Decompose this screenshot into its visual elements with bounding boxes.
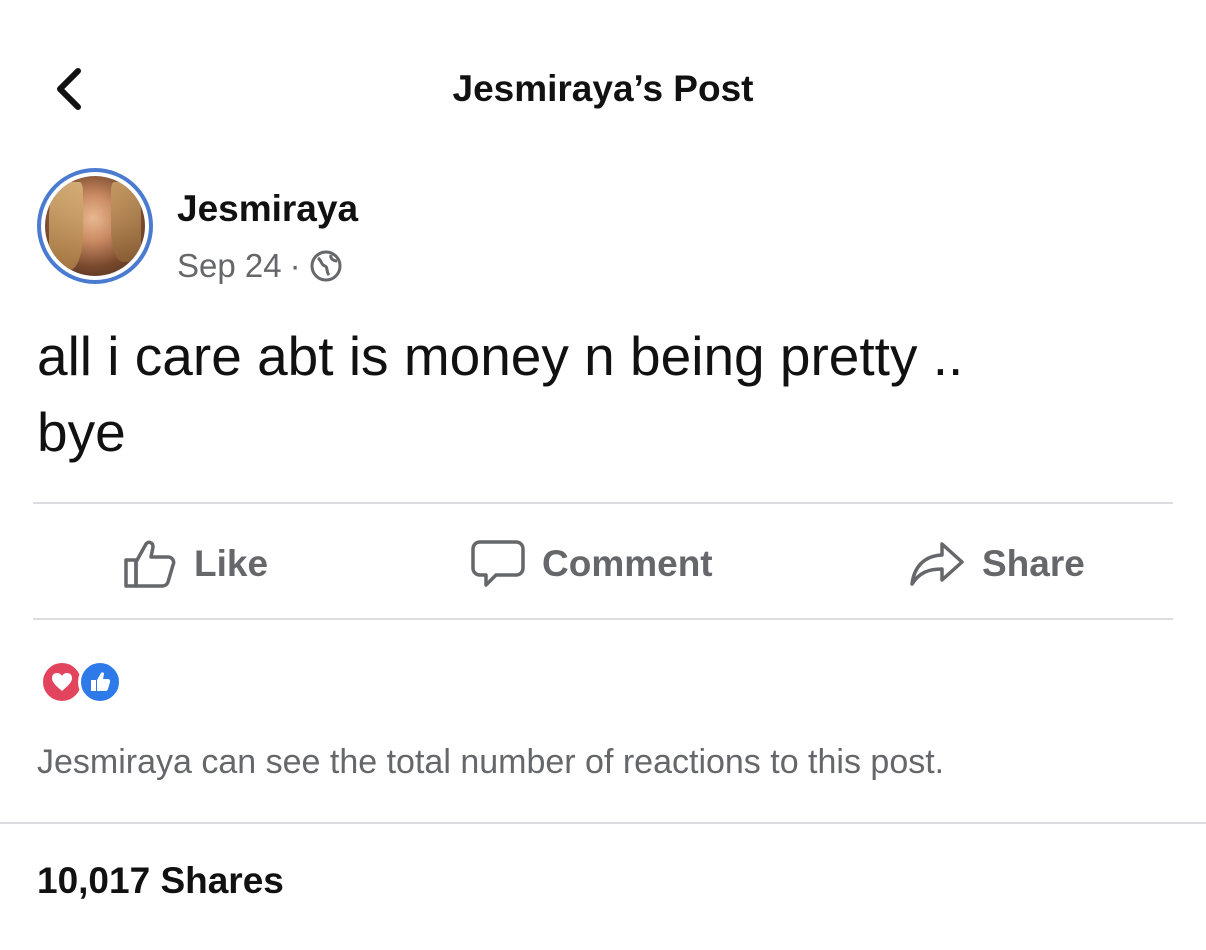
reactions-visibility-note: Jesmiraya can see the total number of re… — [37, 743, 945, 781]
thumbs-up-icon — [124, 540, 176, 588]
avatar[interactable] — [37, 168, 153, 284]
post-meta: Sep 24 · — [177, 246, 343, 286]
post-date[interactable]: Sep 24 — [177, 246, 282, 286]
divider — [33, 618, 1173, 620]
share-arrow-icon — [910, 542, 964, 586]
comment-button[interactable]: Comment — [470, 532, 713, 596]
author-name[interactable]: Jesmiraya — [177, 187, 358, 231]
divider — [0, 822, 1206, 824]
comment-label: Comment — [542, 543, 713, 584]
share-label: Share — [982, 543, 1085, 584]
like-reaction-icon — [78, 660, 122, 704]
profile-photo — [45, 176, 145, 276]
reaction-summary[interactable] — [40, 660, 140, 704]
globe-icon[interactable] — [309, 249, 343, 283]
like-button[interactable]: Like — [122, 532, 268, 596]
share-button[interactable]: Share — [908, 532, 1085, 596]
page-title: Jesmiraya’s Post — [452, 68, 754, 109]
divider — [33, 502, 1173, 504]
meta-separator: · — [289, 247, 301, 284]
post-text: all i care abt is money n being pretty .… — [37, 325, 964, 463]
comment-icon — [471, 540, 525, 587]
like-label: Like — [194, 543, 269, 584]
shares-count[interactable]: 10,017 Shares — [37, 856, 284, 906]
